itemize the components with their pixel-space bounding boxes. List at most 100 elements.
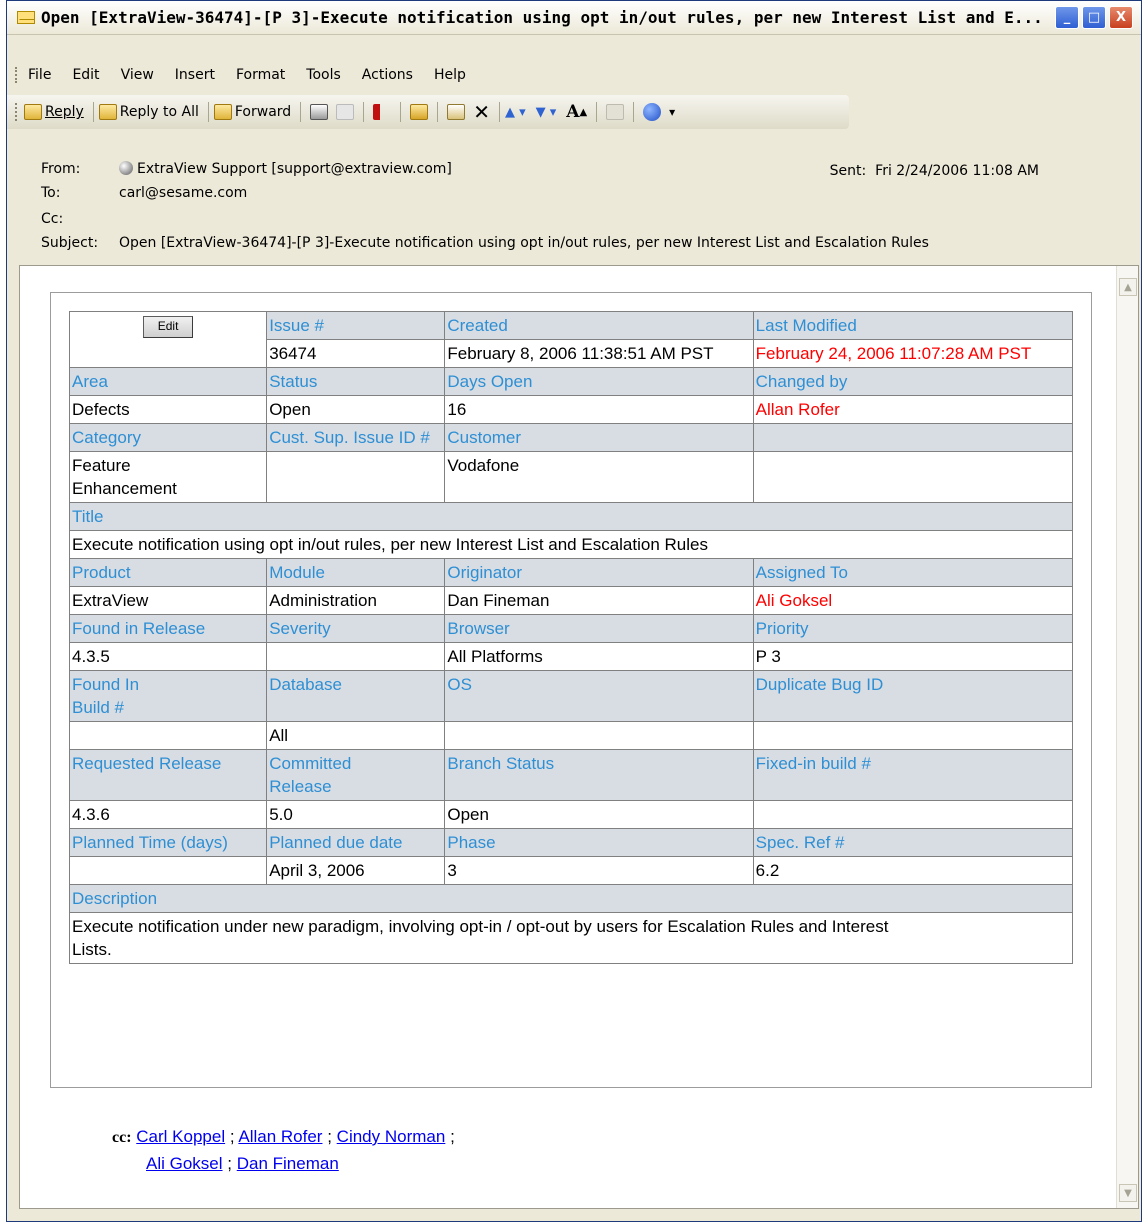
title-label: Title <box>69 502 1073 531</box>
reply-all-button[interactable]: Reply to All <box>98 104 199 120</box>
os-label: OS <box>444 670 754 722</box>
last-modified-value: February 24, 2006 11:07:28 AM PST <box>752 339 1074 368</box>
close-button[interactable]: X <box>1109 6 1133 29</box>
vertical-scrollbar[interactable]: ▲ ▼ <box>1116 266 1138 1208</box>
menu-file[interactable]: File <box>28 67 51 83</box>
edit-cell: Edit <box>68 311 268 368</box>
last-modified-label: Last Modified <box>752 311 1074 340</box>
toolbar-separator <box>596 102 598 122</box>
table-row: Found In Build # Database OS Duplicate B… <box>68 670 1074 722</box>
message-window: Open [ExtraView-36474]-[P 3]-Execute not… <box>6 0 1142 1222</box>
toolbar-grip[interactable] <box>15 103 18 121</box>
category-value: Feature Enhancement <box>68 451 268 503</box>
toolbar-options-chevron-icon[interactable]: ▾ <box>669 105 675 119</box>
spec-ref-label: Spec. Ref # <box>752 828 1074 857</box>
envelope-icon <box>17 11 35 24</box>
move-to-folder-icon[interactable] <box>410 104 429 120</box>
window-controls: _ □ X <box>1055 6 1133 29</box>
duplicate-bug-value <box>752 721 1074 750</box>
standard-toolbar: Reply Reply to All Forward ✕ ▲ ▾ ▼ ▾ A ▲ … <box>7 95 849 129</box>
cc-link-ali-goksel[interactable]: Ali Goksel <box>146 1154 223 1173</box>
cc-link-carl-koppel[interactable]: Carl Koppel <box>136 1127 225 1146</box>
branch-status-value: Open <box>444 800 754 829</box>
font-size-icon[interactable]: A ▲ <box>566 102 587 122</box>
originator-label: Originator <box>444 558 754 587</box>
table-row: Description <box>69 884 1073 913</box>
categories-icon[interactable] <box>447 104 466 120</box>
requested-release-label: Requested Release <box>68 749 268 801</box>
database-value: All <box>266 721 446 750</box>
toolbar-separator <box>207 102 209 122</box>
cc-link-allan-rofer[interactable]: Allan Rofer <box>238 1127 322 1146</box>
found-in-build-label: Found In Build # <box>68 670 268 722</box>
subject-label: Subject: <box>41 235 99 251</box>
cc-link-cindy-norman[interactable]: Cindy Norman <box>337 1127 446 1146</box>
menu-format[interactable]: Format <box>236 67 285 83</box>
minimize-button[interactable]: _ <box>1055 6 1079 29</box>
from-value[interactable]: ExtraView Support [support@extraview.com… <box>137 161 452 177</box>
description-label: Description <box>69 884 1073 913</box>
issue-number-label: Issue # <box>266 311 446 340</box>
table-row: Execute notification under new paradigm,… <box>69 912 1073 964</box>
sent-label: Sent: <box>829 163 867 179</box>
product-value: ExtraView <box>68 586 268 615</box>
scroll-down-icon[interactable]: ▼ <box>1119 1184 1137 1202</box>
browser-value: All Platforms <box>444 642 754 671</box>
customer-label: Customer <box>444 423 754 452</box>
reply-all-icon <box>98 104 117 120</box>
table-row: Execute notification using opt in/out ru… <box>69 530 1073 559</box>
table-row: April 3, 2006 3 6.2 <box>68 856 1074 885</box>
table-row: All <box>68 721 1074 750</box>
reply-button[interactable]: Reply <box>24 104 84 120</box>
created-label: Created <box>444 311 754 340</box>
to-value[interactable]: carl@sesame.com <box>119 185 247 201</box>
copy-icon[interactable] <box>336 104 355 120</box>
priority-value: P 3 <box>752 642 1074 671</box>
menu-help[interactable]: Help <box>434 67 466 83</box>
cc-separator: ; <box>229 1127 235 1146</box>
severity-label: Severity <box>266 614 446 643</box>
scroll-up-icon[interactable]: ▲ <box>1119 278 1137 296</box>
status-label: Status <box>266 367 446 396</box>
menu-view[interactable]: View <box>121 67 154 83</box>
menu-edit[interactable]: Edit <box>72 67 99 83</box>
subject-row: Subject: Open [ExtraView-36474]-[P 3]-Exe… <box>41 235 929 251</box>
forward-button[interactable]: Forward <box>213 104 291 120</box>
phase-label: Phase <box>444 828 754 857</box>
edit-button[interactable]: Edit <box>143 316 194 338</box>
print-icon[interactable] <box>310 104 329 120</box>
found-in-release-label: Found in Release <box>68 614 268 643</box>
module-label: Module <box>266 558 446 587</box>
table-row: Edit Issue # Created Last Modified <box>68 311 1074 368</box>
menu-insert[interactable]: Insert <box>175 67 215 83</box>
phase-value: 3 <box>444 856 754 885</box>
from-label: From: <box>41 161 81 177</box>
to-row: To: carl@sesame.com <box>41 185 247 201</box>
follow-up-flag-icon[interactable] <box>373 104 392 120</box>
table-row: Defects Open 16 Allan Rofer <box>68 395 1074 424</box>
issue-table: Edit Issue # Created Last Modified 36474… <box>68 311 1074 964</box>
menu-tools[interactable]: Tools <box>306 67 341 83</box>
window-title: Open [ExtraView-36474]-[P 3]-Execute not… <box>41 8 1041 27</box>
status-value: Open <box>266 395 446 424</box>
browser-label: Browser <box>444 614 754 643</box>
requested-release-value: 4.3.6 <box>68 800 268 829</box>
table-row: Title <box>69 502 1073 531</box>
maximize-button[interactable]: □ <box>1082 6 1106 29</box>
previous-item-icon[interactable]: ▲ ▾ <box>505 105 526 120</box>
cc-label: Cc: <box>41 211 64 227</box>
from-row: From: ExtraView Support [support@extravie… <box>41 161 452 177</box>
menu-actions[interactable]: Actions <box>362 67 413 83</box>
cc-link-dan-fineman[interactable]: Dan Fineman <box>237 1154 339 1173</box>
next-item-icon[interactable]: ▼ ▾ <box>536 105 557 120</box>
help-icon[interactable] <box>643 103 662 121</box>
table-row: Planned Time (days) Planned due date Pha… <box>68 828 1074 857</box>
assigned-to-value: Ali Goksel <box>752 586 1074 615</box>
encoding-icon[interactable] <box>606 104 625 120</box>
forward-icon <box>213 104 232 120</box>
toolbar-separator <box>92 102 94 122</box>
cc-list-label: cc: <box>112 1129 132 1146</box>
delete-button[interactable]: ✕ <box>473 100 490 124</box>
menu-grip[interactable] <box>15 67 18 83</box>
planned-time-value <box>68 856 268 885</box>
